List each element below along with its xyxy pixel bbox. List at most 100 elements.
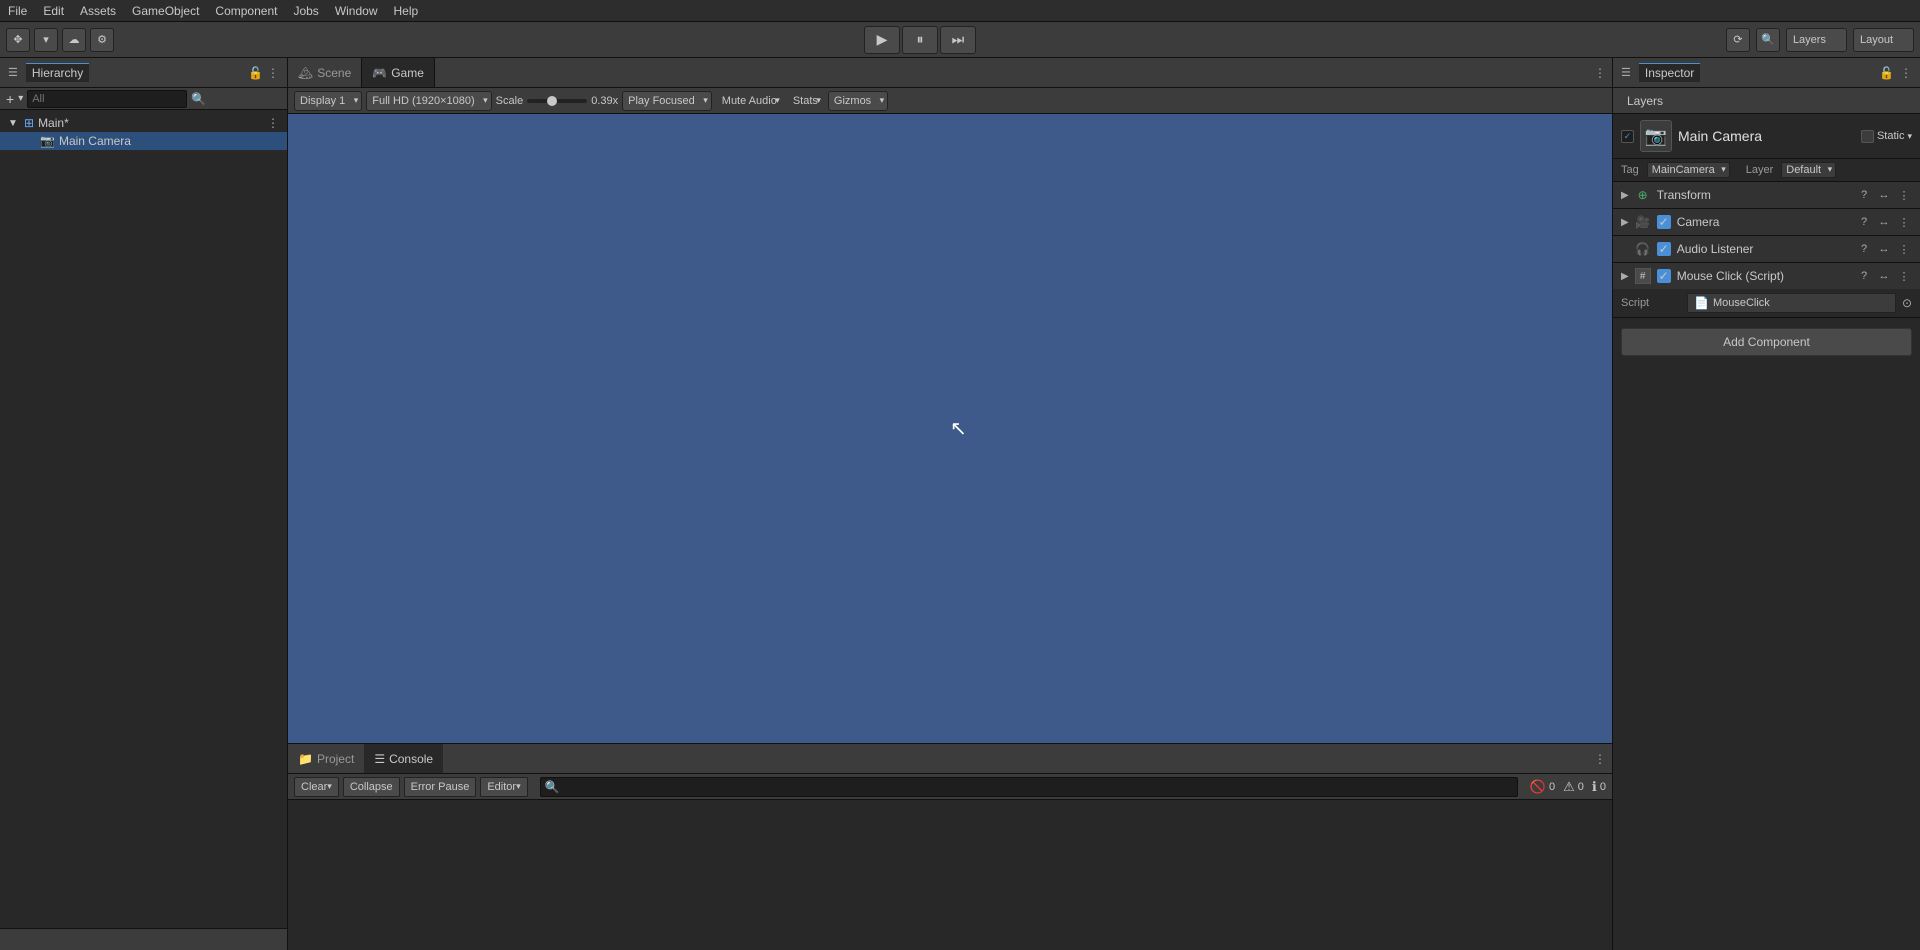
game-tab[interactable]: 🎮 Game <box>362 58 435 87</box>
menu-gameobject[interactable]: GameObject <box>124 2 207 20</box>
error-pause-button[interactable]: Error Pause <box>404 777 477 797</box>
resolution-dropdown[interactable]: Full HD (1920×1080) <box>366 91 491 111</box>
layers-tab[interactable]: Layers <box>1621 92 1669 110</box>
view-tab-actions: ⋮ <box>1594 66 1612 80</box>
static-arrow[interactable]: ▾ <box>1907 131 1912 142</box>
mouseclick-checkbox[interactable]: ✓ <box>1657 269 1671 283</box>
hierarchy-lock[interactable]: 🔓 <box>248 66 263 80</box>
project-tab[interactable]: 📁 Project <box>288 744 364 773</box>
hierarchy-search-icon[interactable]: 🔍 <box>191 92 206 106</box>
hierarchy-tab[interactable]: Hierarchy <box>26 63 89 82</box>
tag-dropdown[interactable]: MainCamera <box>1647 162 1730 178</box>
bottom-more[interactable]: ⋮ <box>1594 752 1606 766</box>
audio-checkbox[interactable]: ✓ <box>1657 242 1671 256</box>
transform-header[interactable]: ▶ ⊕ Transform ? ↔ ⋮ <box>1613 182 1920 208</box>
step-button[interactable]: ⏭ <box>940 26 976 54</box>
inspector-header: ☰ Inspector 🔓 ⋮ <box>1613 58 1920 88</box>
layer-dropdown[interactable]: Default <box>1781 162 1836 178</box>
console-search[interactable]: 🔍 <box>540 777 1518 797</box>
toolbar-cloud[interactable]: ☁ <box>62 28 86 52</box>
display-dropdown[interactable]: Display 1 <box>294 91 362 111</box>
menu-component[interactable]: Component <box>207 2 285 20</box>
toolbar-move-tool[interactable]: ✥ <box>6 28 30 52</box>
stats-btn[interactable]: Stats <box>787 91 824 111</box>
pause-button[interactable]: ⏸ <box>902 26 938 54</box>
layers-dropdown[interactable]: Layers <box>1786 28 1847 52</box>
camera-comp-arrow: ▶ <box>1621 217 1629 228</box>
play-focused-dropdown[interactable]: Play Focused <box>622 91 712 111</box>
info-count[interactable]: ℹ 0 <box>1592 779 1606 795</box>
menu-file[interactable]: File <box>0 2 35 20</box>
script-icon: 📄 <box>1694 296 1709 310</box>
hierarchy-add-arrow[interactable]: ▾ <box>18 93 23 104</box>
camera-comp-icon: 🎥 <box>1635 214 1651 230</box>
audio-menu[interactable]: ⋮ <box>1896 241 1912 257</box>
toolbar-history[interactable]: ⟳ <box>1726 28 1750 52</box>
play-button[interactable]: ▶ <box>864 26 900 54</box>
inspector-more[interactable]: ⋮ <box>1900 66 1912 80</box>
warning-count[interactable]: ⚠ 0 <box>1563 779 1584 795</box>
transform-expand[interactable]: ↔ <box>1876 187 1892 203</box>
audio-expand[interactable]: ↔ <box>1876 241 1892 257</box>
script-row: Script 📄 MouseClick ⊙ <box>1613 289 1920 317</box>
clear-button[interactable]: Clear ▾ <box>294 777 339 797</box>
game-canvas[interactable]: ↖ <box>288 114 1612 743</box>
static-checkbox[interactable] <box>1861 130 1874 143</box>
audio-listener-component: ▶ 🎧 ✓ Audio Listener ? ↔ ⋮ <box>1613 236 1920 263</box>
menu-assets[interactable]: Assets <box>72 2 124 20</box>
mute-audio-btn[interactable]: Mute Audio <box>716 91 783 111</box>
view-more[interactable]: ⋮ <box>1594 66 1606 80</box>
hierarchy-scene-main[interactable]: ▼ ⊞ Main* ⋮ <box>0 114 287 132</box>
camera-actions: ? ↔ ⋮ <box>1856 214 1912 230</box>
camera-menu[interactable]: ⋮ <box>1896 214 1912 230</box>
collapse-button[interactable]: Collapse <box>343 777 400 797</box>
toolbar-dropdown[interactable]: ▾ <box>34 28 58 52</box>
editor-dropdown[interactable]: Editor ▾ <box>480 777 527 797</box>
console-icon: ☰ <box>374 752 385 766</box>
transform-help[interactable]: ? <box>1856 187 1872 203</box>
menu-window[interactable]: Window <box>327 2 386 20</box>
camera-checkbox[interactable]: ✓ <box>1657 215 1671 229</box>
play-controls: ▶ ⏸ ⏭ <box>864 26 976 54</box>
inspector-tab[interactable]: Inspector <box>1639 63 1700 82</box>
mouseclick-expand[interactable]: ↔ <box>1876 268 1892 284</box>
mouseclick-help[interactable]: ? <box>1856 268 1872 284</box>
mouseclick-header[interactable]: ▶ # ✓ Mouse Click (Script) ? ↔ ⋮ <box>1613 263 1920 289</box>
transform-menu[interactable]: ⋮ <box>1896 187 1912 203</box>
menu-jobs[interactable]: Jobs <box>285 2 326 20</box>
transform-actions: ? ↔ ⋮ <box>1856 187 1912 203</box>
mouseclick-actions: ? ↔ ⋮ <box>1856 268 1912 284</box>
inspector-lock[interactable]: 🔓 <box>1879 66 1894 80</box>
menu-help[interactable]: Help <box>386 2 427 20</box>
hierarchy-more[interactable]: ⋮ <box>267 66 279 80</box>
camera-header[interactable]: ▶ 🎥 ✓ Camera ? ↔ ⋮ <box>1613 209 1920 235</box>
console-search-input[interactable] <box>564 781 1513 793</box>
audio-help[interactable]: ? <box>1856 241 1872 257</box>
gizmos-dropdown[interactable]: Gizmos <box>828 91 888 111</box>
mouseclick-menu[interactable]: ⋮ <box>1896 268 1912 284</box>
menu-edit[interactable]: Edit <box>35 2 72 20</box>
object-active-checkbox[interactable]: ✓ <box>1621 130 1634 143</box>
console-toolbar: Clear ▾ Collapse Error Pause Editor ▾ 🔍 <box>288 774 1612 800</box>
cursor-indicator: ↖ <box>950 416 967 441</box>
hierarchy-main-camera[interactable]: 📷 Main Camera <box>0 132 287 150</box>
add-component-button[interactable]: Add Component <box>1621 328 1912 356</box>
camera-expand[interactable]: ↔ <box>1876 214 1892 230</box>
camera-help[interactable]: ? <box>1856 214 1872 230</box>
scale-slider[interactable] <box>527 99 587 103</box>
audio-header[interactable]: ▶ 🎧 ✓ Audio Listener ? ↔ ⋮ <box>1613 236 1920 262</box>
console-search-icon: 🔍 <box>545 780 560 794</box>
scene-more[interactable]: ⋮ <box>267 116 279 130</box>
add-hierarchy-btn[interactable]: + <box>6 91 14 107</box>
error-count[interactable]: 🚫 0 <box>1530 779 1555 795</box>
toolbar-search[interactable]: 🔍 <box>1756 28 1780 52</box>
script-value[interactable]: 📄 MouseClick <box>1687 293 1896 313</box>
toolbar-settings[interactable]: ⚙ <box>90 28 114 52</box>
hierarchy-search-input[interactable] <box>27 90 187 108</box>
scene-tab[interactable]: 🏔 Scene <box>288 58 362 87</box>
clear-arrow: ▾ <box>327 781 332 792</box>
static-section: Static ▾ <box>1861 130 1912 143</box>
script-select-icon[interactable]: ⊙ <box>1902 296 1912 310</box>
layout-dropdown[interactable]: Layout <box>1853 28 1914 52</box>
console-tab[interactable]: ☰ Console <box>364 744 443 773</box>
